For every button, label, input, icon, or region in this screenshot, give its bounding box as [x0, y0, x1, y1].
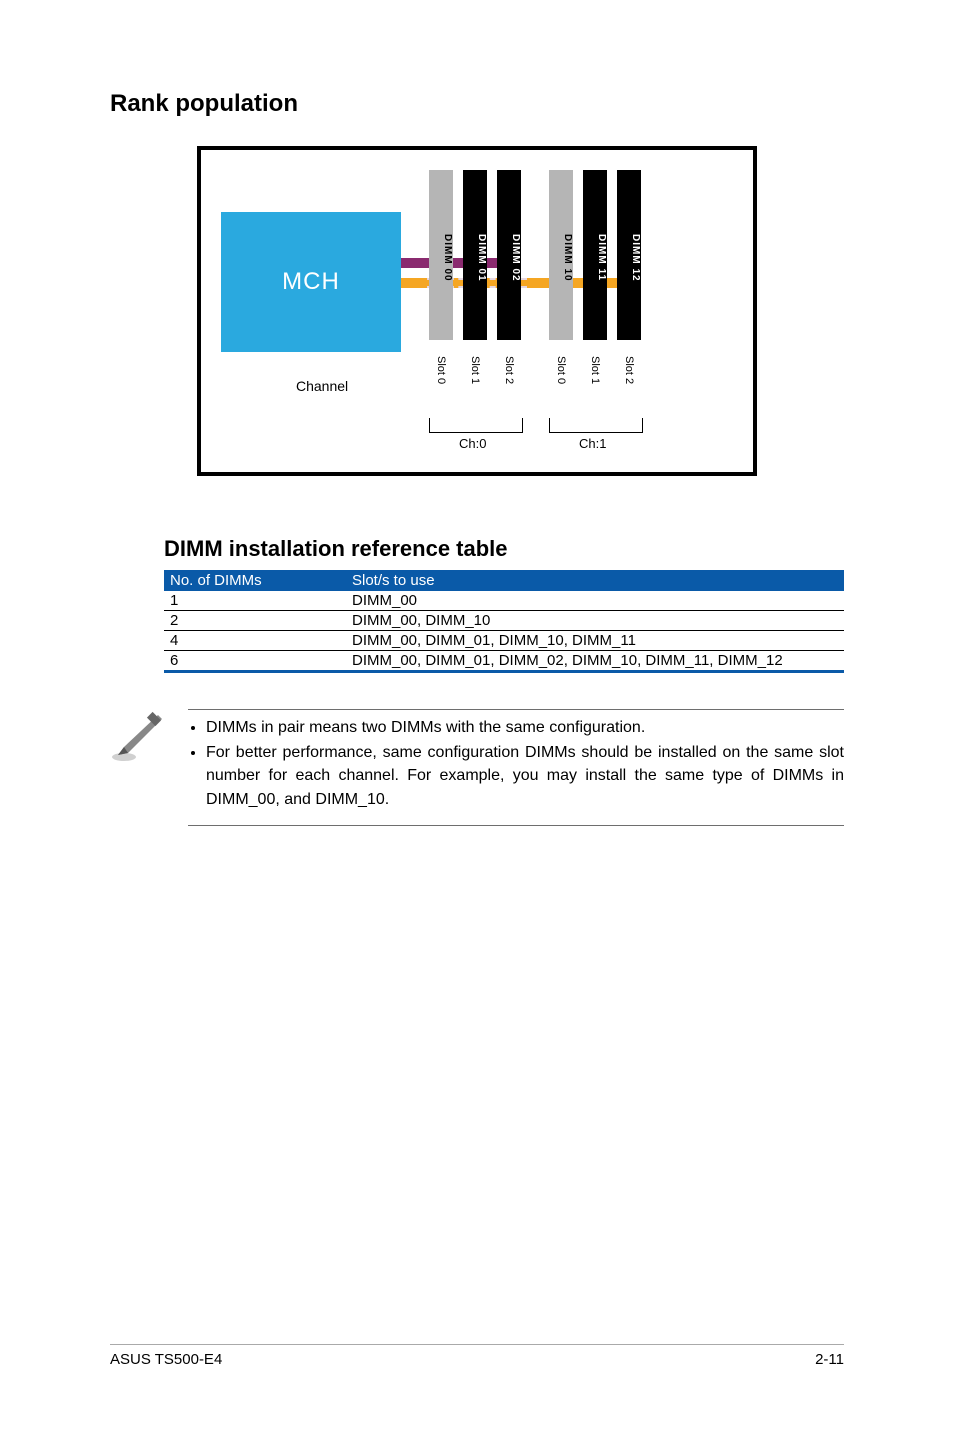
th-slots-to-use: Slot/s to use	[346, 570, 844, 591]
dimm-label: DIMM 01	[463, 170, 487, 340]
note-bullet-2: For better performance, same configurati…	[206, 741, 844, 811]
slot-dimm12: DIMM 12 Slot 2	[617, 170, 641, 384]
note-text: DIMMs in pair means two DIMMs with the s…	[188, 709, 844, 826]
slot-num: Slot 1	[469, 356, 481, 384]
mch-block: MCH	[221, 212, 401, 352]
dimm-label: DIMM 12	[617, 170, 641, 340]
heading-dimm-ref-table: DIMM installation reference table	[164, 536, 844, 562]
slot-num: Slot 2	[623, 356, 635, 384]
cell-slots: DIMM_00, DIMM_10	[346, 611, 844, 631]
cell-slots: DIMM_00	[346, 591, 844, 611]
table-row: 1 DIMM_00	[164, 591, 844, 611]
dimm-label: DIMM 10	[549, 170, 573, 340]
ch1-label: Ch:1	[579, 436, 606, 451]
footer-left: ASUS TS500-E4	[110, 1351, 222, 1368]
dimm-label: DIMM 02	[497, 170, 521, 340]
ch1-bracket	[549, 418, 643, 433]
channel-label: Channel	[296, 378, 348, 394]
table-row: 4 DIMM_00, DIMM_01, DIMM_10, DIMM_11	[164, 631, 844, 651]
slot-num: Slot 1	[589, 356, 601, 384]
slot-num: Slot 0	[435, 356, 447, 384]
cell-slots: DIMM_00, DIMM_01, DIMM_10, DIMM_11	[346, 631, 844, 651]
cell-n: 4	[164, 631, 346, 651]
cell-slots: DIMM_00, DIMM_01, DIMM_02, DIMM_10, DIMM…	[346, 651, 844, 672]
note-bullet-1: DIMMs in pair means two DIMMs with the s…	[206, 716, 844, 739]
cell-n: 2	[164, 611, 346, 631]
dimm-ref-table: No. of DIMMs Slot/s to use 1 DIMM_00 2 D…	[164, 570, 844, 673]
note-pencil-icon	[110, 709, 164, 826]
page-footer: ASUS TS500-E4 2-11	[110, 1344, 844, 1368]
ch0-bracket	[429, 418, 523, 433]
footer-right: 2-11	[815, 1351, 844, 1368]
cell-n: 1	[164, 591, 346, 611]
slot-dimm11: DIMM 11 Slot 1	[583, 170, 607, 384]
dimm-label: DIMM 00	[429, 170, 453, 340]
slot-dimm01: DIMM 01 Slot 1	[463, 170, 487, 384]
dimm-label: DIMM 11	[583, 170, 607, 340]
slot-dimm00: DIMM 00 Slot 0	[429, 170, 453, 384]
slot-num: Slot 0	[555, 356, 567, 384]
divider	[188, 709, 844, 710]
slot-num: Slot 2	[503, 356, 515, 384]
ch0-label: Ch:0	[459, 436, 486, 451]
slot-dimm02: DIMM 02 Slot 2	[497, 170, 521, 384]
heading-rank-population: Rank population	[110, 90, 844, 118]
table-header-row: No. of DIMMs Slot/s to use	[164, 570, 844, 591]
table-row: 6 DIMM_00, DIMM_01, DIMM_02, DIMM_10, DI…	[164, 651, 844, 672]
table-row: 2 DIMM_00, DIMM_10	[164, 611, 844, 631]
cell-n: 6	[164, 651, 346, 672]
divider	[188, 825, 844, 826]
slot-dimm10: DIMM 10 Slot 0	[549, 170, 573, 384]
rank-population-diagram: MCH Channel DIMM 00 Slot 0 DIMM 01 Slot …	[197, 146, 757, 476]
th-no-of-dimms: No. of DIMMs	[164, 570, 346, 591]
